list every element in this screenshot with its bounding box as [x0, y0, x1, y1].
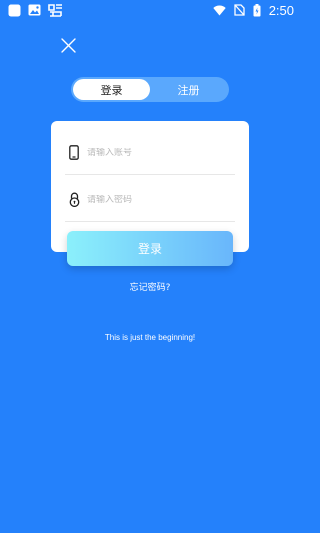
account-input[interactable]	[87, 147, 227, 158]
app-square-icon	[8, 4, 21, 16]
forgot-password-link[interactable]: 忘记密码?	[0, 280, 300, 293]
lock-icon	[67, 192, 81, 207]
login-register-tabs: 登录 注册	[71, 77, 229, 102]
clock: 2:50	[268, 2, 294, 18]
tab-login[interactable]: 登录	[73, 79, 150, 100]
account-field	[65, 131, 235, 175]
slogan-text: This is just the beginning!	[104, 333, 196, 342]
image-icon	[28, 4, 41, 16]
wifi-icon	[212, 5, 226, 15]
status-bar-left	[8, 3, 63, 17]
phone-icon	[67, 145, 81, 160]
status-bar-right: 2:50	[212, 2, 294, 18]
status-bar: 2:50	[0, 0, 300, 20]
no-signal-icon	[234, 4, 245, 16]
login-button[interactable]: 登录	[67, 231, 233, 266]
sim-app-icon	[48, 3, 62, 17]
battery-charging-icon	[253, 3, 261, 16]
password-input[interactable]	[87, 194, 227, 205]
password-field	[65, 178, 235, 222]
close-icon[interactable]	[60, 37, 77, 54]
tab-register[interactable]: 注册	[150, 79, 227, 100]
